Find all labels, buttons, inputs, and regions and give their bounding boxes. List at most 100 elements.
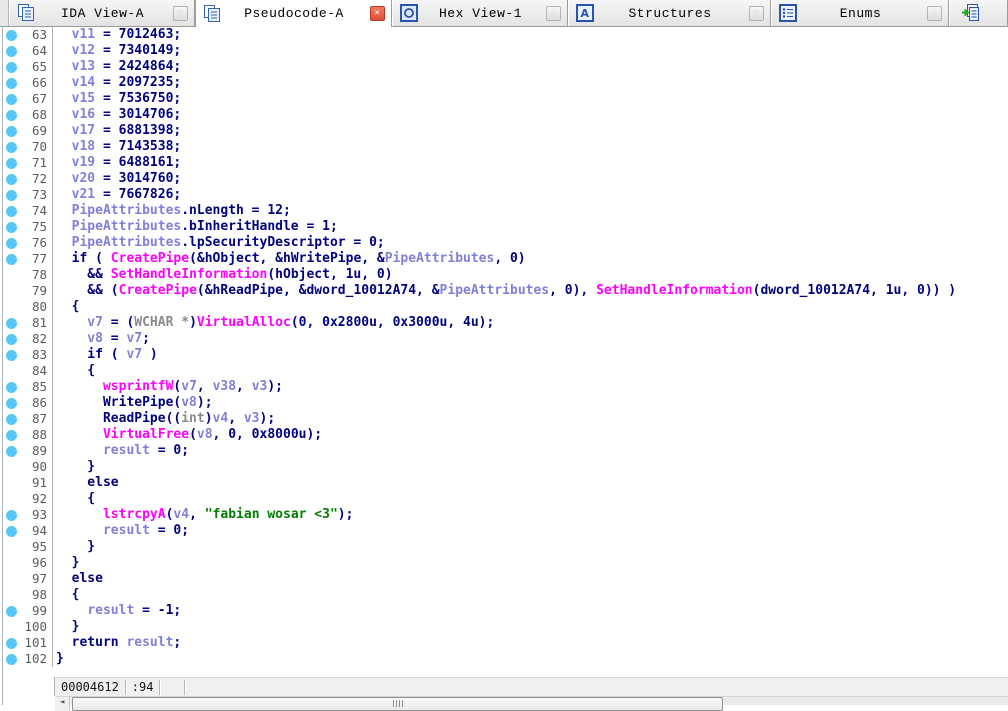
breakpoint-dot[interactable]: [6, 61, 17, 73]
breakpoint-dot-cell[interactable]: [0, 219, 22, 235]
code-text[interactable]: result = 0;: [53, 523, 189, 539]
code-text[interactable]: v15 = 7536750;: [53, 91, 182, 107]
code-text[interactable]: result = -1;: [53, 603, 181, 619]
code-text[interactable]: v14 = 2097235;: [53, 75, 182, 91]
breakpoint-gutter[interactable]: [0, 619, 22, 635]
breakpoint-dot-cell[interactable]: [0, 91, 22, 107]
breakpoint-dot-cell[interactable]: [0, 347, 22, 363]
tab-pseudocode-a[interactable]: Pseudocode-A ✕: [195, 0, 392, 27]
breakpoint-dot[interactable]: [6, 605, 17, 617]
code-text[interactable]: v19 = 6488161;: [53, 155, 182, 171]
breakpoint-dot-cell[interactable]: [0, 235, 22, 251]
code-text[interactable]: }: [53, 459, 95, 475]
breakpoint-dot-cell[interactable]: [0, 203, 22, 219]
code-text[interactable]: if ( v7 ): [53, 347, 157, 363]
breakpoint-dot[interactable]: [6, 637, 17, 649]
breakpoint-dot[interactable]: [6, 45, 17, 57]
code-text[interactable]: && SetHandleInformation(hObject, 1u, 0): [53, 267, 392, 283]
code-text[interactable]: v8 = v7;: [53, 331, 150, 347]
breakpoint-dot-cell[interactable]: [0, 635, 22, 651]
breakpoint-dot[interactable]: [6, 125, 17, 137]
scroll-left-arrow-icon[interactable]: ◄: [55, 697, 70, 711]
code-text[interactable]: {: [53, 491, 95, 507]
breakpoint-dot[interactable]: [6, 429, 17, 441]
breakpoint-dot-cell[interactable]: [0, 395, 22, 411]
code-text[interactable]: wsprintfW(v7, v38, v3);: [53, 379, 283, 395]
code-text[interactable]: && (CreatePipe(&hReadPipe, &dword_10012A…: [53, 283, 956, 299]
breakpoint-dot[interactable]: [6, 525, 17, 537]
code-text[interactable]: return result;: [53, 635, 182, 651]
code-text[interactable]: lstrcpyA(v4, "fabian wosar <3");: [53, 507, 353, 523]
code-text[interactable]: {: [53, 363, 95, 379]
code-text[interactable]: ReadPipe((int)v4, v3);: [53, 411, 275, 427]
breakpoint-dot-cell[interactable]: [0, 651, 22, 667]
code-text[interactable]: v18 = 7143538;: [53, 139, 182, 155]
code-text[interactable]: PipeAttributes.nLength = 12;: [53, 203, 291, 219]
code-text[interactable]: }: [53, 539, 95, 555]
breakpoint-dot[interactable]: [6, 381, 17, 393]
code-text[interactable]: result = 0;: [53, 443, 189, 459]
breakpoint-dot-cell[interactable]: [0, 27, 22, 43]
tab-ida-view-a[interactable]: IDA View-A ✕: [9, 0, 195, 26]
breakpoint-dot-cell[interactable]: [0, 43, 22, 59]
code-text[interactable]: }: [53, 555, 80, 571]
breakpoint-dot[interactable]: [6, 653, 17, 665]
code-text[interactable]: else: [53, 571, 103, 587]
breakpoint-gutter[interactable]: [0, 459, 22, 475]
breakpoint-dot[interactable]: [6, 141, 17, 153]
breakpoint-dot[interactable]: [6, 173, 17, 185]
breakpoint-dot-cell[interactable]: [0, 107, 22, 123]
breakpoint-gutter[interactable]: [0, 571, 22, 587]
breakpoint-dot[interactable]: [6, 93, 17, 105]
breakpoint-dot[interactable]: [6, 237, 17, 249]
breakpoint-dot-cell[interactable]: [0, 139, 22, 155]
breakpoint-dot[interactable]: [6, 333, 17, 345]
breakpoint-dot[interactable]: [6, 77, 17, 89]
code-text[interactable]: PipeAttributes.lpSecurityDescriptor = 0;: [53, 235, 385, 251]
breakpoint-dot-cell[interactable]: [0, 251, 22, 267]
breakpoint-dot[interactable]: [6, 445, 17, 457]
breakpoint-dot-cell[interactable]: [0, 523, 22, 539]
tab-close-icon[interactable]: ✕: [370, 6, 385, 21]
tab-close-icon[interactable]: ✕: [173, 5, 188, 21]
pseudocode-view[interactable]: 63 v11 = 7012463; 64 v12 = 7340149; 65 v13…: [0, 27, 1008, 677]
breakpoint-dot-cell[interactable]: [0, 187, 22, 203]
tab-close-icon[interactable]: ✕: [546, 5, 561, 21]
code-text[interactable]: v20 = 3014760;: [53, 171, 182, 187]
code-text[interactable]: v16 = 3014706;: [53, 107, 182, 123]
breakpoint-dot[interactable]: [6, 253, 17, 265]
breakpoint-dot[interactable]: [6, 509, 17, 521]
breakpoint-gutter[interactable]: [0, 283, 22, 299]
breakpoint-dot[interactable]: [6, 29, 17, 41]
code-text[interactable]: else: [53, 475, 118, 491]
tab-structures[interactable]: A Structures ✕: [568, 0, 771, 26]
code-text[interactable]: v11 = 7012463;: [53, 27, 182, 43]
breakpoint-gutter[interactable]: [0, 587, 22, 603]
breakpoint-gutter[interactable]: [0, 539, 22, 555]
breakpoint-gutter[interactable]: [0, 267, 22, 283]
code-text[interactable]: }: [53, 619, 80, 635]
breakpoint-dot[interactable]: [6, 205, 17, 217]
breakpoint-dot-cell[interactable]: [0, 507, 22, 523]
breakpoint-dot[interactable]: [6, 317, 17, 329]
breakpoint-dot[interactable]: [6, 189, 17, 201]
horizontal-scrollbar[interactable]: ◄: [55, 696, 1008, 711]
breakpoint-dot-cell[interactable]: [0, 331, 22, 347]
scrollbar-thumb[interactable]: [72, 697, 723, 711]
code-text[interactable]: }: [53, 651, 64, 667]
breakpoint-dot-cell[interactable]: [0, 443, 22, 459]
code-text[interactable]: v21 = 7667826;: [53, 187, 182, 203]
breakpoint-dot-cell[interactable]: [0, 427, 22, 443]
breakpoint-dot-cell[interactable]: [0, 75, 22, 91]
breakpoint-gutter[interactable]: [0, 299, 22, 315]
tab-hex-view-1[interactable]: Hex View-1 ✕: [392, 0, 568, 26]
code-text[interactable]: v17 = 6881398;: [53, 123, 182, 139]
code-text[interactable]: v13 = 2424864;: [53, 59, 182, 75]
breakpoint-dot-cell[interactable]: [0, 171, 22, 187]
breakpoint-dot[interactable]: [6, 109, 17, 121]
breakpoint-dot-cell[interactable]: [0, 155, 22, 171]
breakpoint-dot-cell[interactable]: [0, 379, 22, 395]
breakpoint-dot[interactable]: [6, 157, 17, 169]
code-text[interactable]: WritePipe(v8);: [53, 395, 213, 411]
breakpoint-gutter[interactable]: [0, 475, 22, 491]
